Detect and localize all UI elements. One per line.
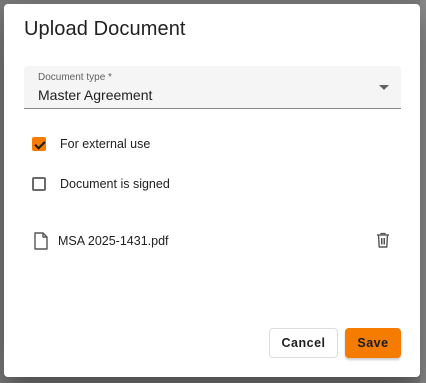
upload-document-dialog: Upload Document Document type * Master A… — [4, 4, 420, 377]
signed-checkbox[interactable] — [32, 177, 46, 191]
signed-option[interactable]: Document is signed — [32, 174, 170, 194]
trash-icon[interactable] — [376, 232, 390, 253]
save-button[interactable]: Save — [345, 328, 401, 358]
dialog-title: Upload Document — [24, 18, 186, 40]
file-name: MSA 2025-1431.pdf — [58, 234, 169, 248]
signed-label: Document is signed — [60, 177, 170, 191]
external-use-checkbox[interactable] — [32, 137, 46, 151]
background-page — [420, 0, 426, 383]
document-type-value: Master Agreement — [38, 87, 153, 103]
cancel-button[interactable]: Cancel — [269, 328, 338, 358]
document-icon — [34, 232, 48, 255]
document-type-select[interactable]: Document type * Master Agreement — [24, 66, 401, 109]
document-type-label: Document type * — [38, 72, 112, 83]
uploaded-file-item: MSA 2025-1431.pdf — [34, 230, 390, 254]
external-use-option[interactable]: For external use — [32, 134, 150, 154]
external-use-label: For external use — [60, 137, 151, 151]
dropdown-arrow-icon — [379, 85, 389, 90]
